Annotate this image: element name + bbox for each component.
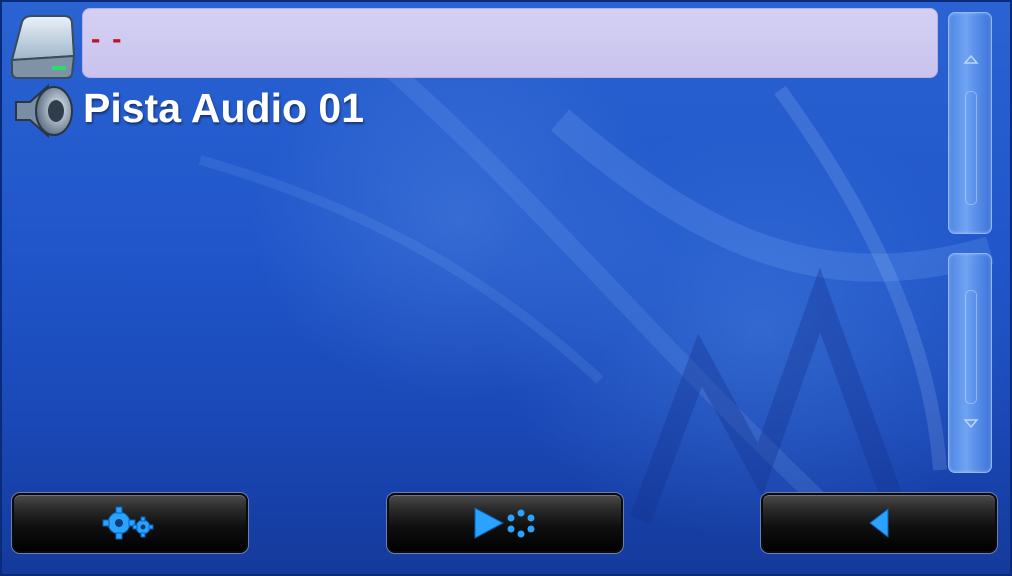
scroll-groove — [965, 91, 977, 205]
speaker-icon — [15, 83, 73, 139]
chevron-down-icon — [963, 419, 979, 429]
path-row: - - — [8, 8, 938, 80]
settings-button[interactable] — [12, 493, 248, 553]
scroll-down-button[interactable] — [948, 253, 992, 473]
back-button[interactable] — [761, 493, 997, 553]
scroll-groove — [965, 290, 977, 404]
list-item-label: Pista Audio 01 — [83, 85, 364, 131]
back-arrow-icon — [869, 507, 889, 539]
scroll-up-button[interactable] — [948, 12, 992, 234]
play-settings-button[interactable] — [387, 493, 623, 553]
path-bar[interactable]: - - — [82, 8, 938, 78]
path-text: - - — [91, 23, 124, 54]
chevron-up-icon — [963, 54, 979, 64]
settings-gears-icon — [102, 506, 154, 540]
drive-icon[interactable] — [8, 12, 78, 80]
play-settings-icon — [474, 507, 535, 539]
list-item[interactable]: Pista Audio 01 — [8, 80, 938, 142]
